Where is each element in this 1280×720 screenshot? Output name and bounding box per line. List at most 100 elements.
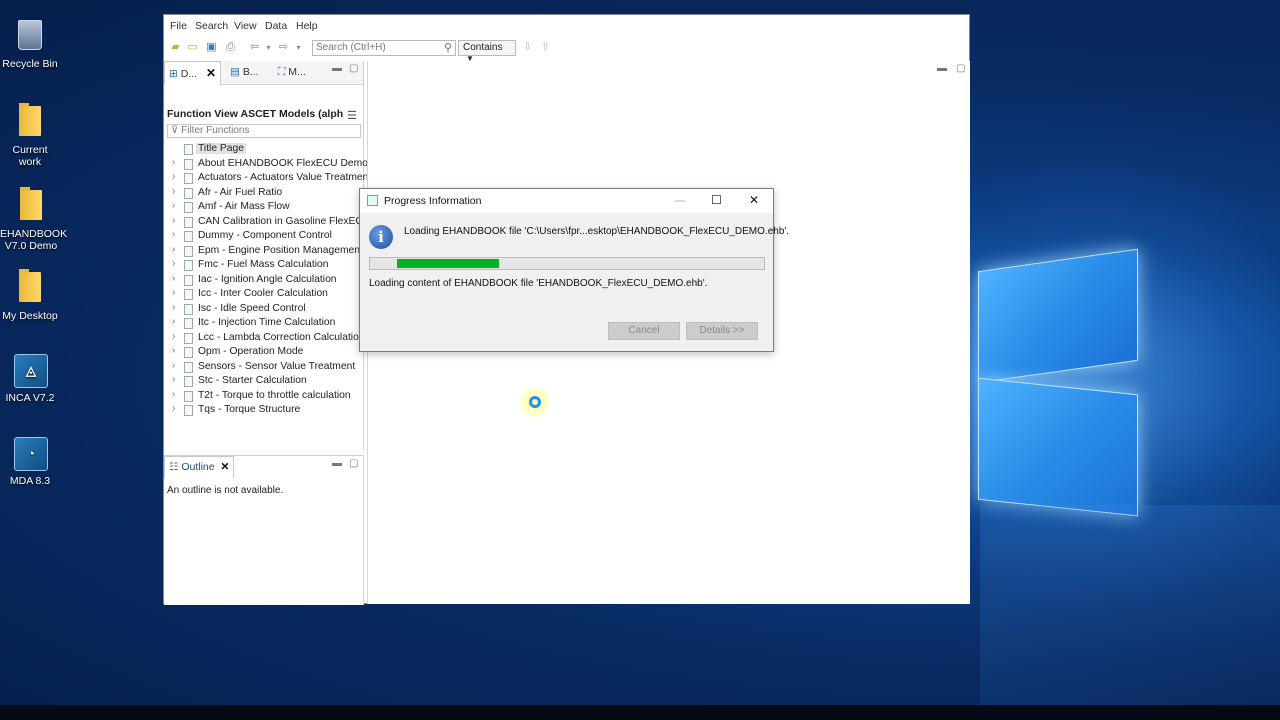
contains-dropdown[interactable]: Contains ▼	[458, 40, 516, 63]
search-input[interactable]: Search (Ctrl+H) ⚲	[312, 40, 456, 56]
outline-icon: ☷	[169, 461, 179, 473]
tab-label: M...	[288, 66, 306, 78]
forward-arrow-icon[interactable]: ⇨	[277, 41, 290, 54]
desktop-icon-ehandbook-demo[interactable]: EHANDBOOK V7.0 Demo	[0, 187, 67, 252]
chevron-right-icon[interactable]: ›	[172, 316, 175, 327]
chevron-right-icon[interactable]: ›	[172, 273, 175, 284]
tree-item[interactable]: › Dummy - Component Control	[164, 229, 364, 244]
minimize-icon[interactable]: ▬	[332, 63, 342, 74]
print-icon[interactable]: ⎙	[224, 41, 237, 54]
minimize-icon[interactable]: ▬	[937, 63, 947, 74]
folder-icon	[15, 187, 47, 224]
tree-item[interactable]: › Actuators - Actuators Value Treatment	[164, 171, 371, 186]
close-button[interactable]: ✕	[749, 193, 759, 207]
tab-bookmarks[interactable]: ▤ B...	[226, 61, 270, 85]
maximize-button[interactable]: ☐	[711, 193, 722, 207]
tree-item[interactable]: › Lcc - Lambda Correction Calculation	[164, 331, 365, 346]
tree-item[interactable]: › Isc - Idle Speed Control	[164, 302, 364, 317]
open-folder-icon[interactable]: ▰	[169, 41, 182, 54]
chevron-right-icon[interactable]: ›	[172, 389, 175, 400]
close-icon[interactable]: ✕	[206, 66, 216, 80]
windows-logo-pane-lower	[978, 377, 1138, 517]
chevron-right-icon[interactable]: ›	[172, 258, 175, 269]
tab-models[interactable]: ⛶ M...	[274, 61, 324, 85]
chevron-right-icon[interactable]: ›	[172, 331, 175, 342]
chevron-down-icon[interactable]: ▾	[292, 41, 305, 54]
search-placeholder: Search (Ctrl+H)	[316, 42, 386, 53]
previous-match-icon[interactable]: ⇧	[539, 41, 552, 54]
filter-functions-input[interactable]: ⊽ Filter Functions	[167, 124, 361, 138]
desktop-icon-recycle-bin[interactable]: Recycle Bin	[0, 20, 60, 70]
pane-heading: Function View ASCET Models (alphabeti	[167, 108, 343, 120]
tree-item-label: Stc - Starter Calculation	[198, 375, 307, 386]
tree-item-label: Afr - Air Fuel Ratio	[198, 186, 283, 198]
chevron-right-icon[interactable]: ›	[172, 345, 175, 356]
tree-item-label: Title Page	[196, 143, 246, 154]
tree-item[interactable]: › T2t - Torque to throttle calculation	[164, 389, 364, 404]
maximize-icon[interactable]: ▢	[349, 458, 358, 469]
open-file-icon[interactable]: ▭	[186, 41, 199, 54]
tree-item[interactable]: › Epm - Engine Position Management	[164, 244, 364, 259]
tree-item[interactable]: › Opm - Operation Mode	[164, 345, 364, 360]
search-icon[interactable]: ⚲	[444, 41, 452, 54]
desktop-icon-mda[interactable]: ◔ MDA 8.3	[0, 437, 60, 487]
chevron-right-icon[interactable]: ›	[172, 171, 175, 182]
details-button[interactable]: Details >>	[686, 322, 758, 340]
chevron-right-icon[interactable]: ›	[172, 186, 175, 197]
tree-item[interactable]: › Afr - Air Fuel Ratio	[164, 186, 364, 201]
filter-placeholder: Filter Functions	[181, 125, 250, 136]
tree-item[interactable]: › Sensors - Sensor Value Treatment	[164, 360, 364, 375]
close-icon[interactable]: ✕	[221, 461, 230, 473]
tree-item-label: CAN Calibration in Gasoline FlexECU	[198, 215, 371, 227]
tree-item[interactable]: › Tqs - Torque Structure	[164, 403, 364, 418]
menu-search[interactable]: Search	[195, 20, 228, 32]
view-menu-icon[interactable]: ☰	[347, 109, 357, 122]
menu-data[interactable]: Data	[265, 20, 287, 32]
desktop-icon-current-work[interactable]: Current work	[0, 103, 60, 168]
next-match-icon[interactable]: ⇩	[521, 41, 534, 54]
maximize-icon[interactable]: ▢	[956, 63, 965, 74]
menu-view[interactable]: View	[234, 20, 257, 32]
bookmark-icon[interactable]: ▣	[205, 41, 218, 54]
chevron-right-icon[interactable]: ›	[172, 157, 175, 168]
desktop-icon-label: Current work	[12, 144, 48, 168]
tree-item[interactable]: › Stc - Starter Calculation	[164, 374, 364, 389]
chevron-right-icon[interactable]: ›	[172, 200, 175, 211]
tree-item-label: About EHANDBOOK FlexECU Demo	[198, 157, 368, 169]
chevron-right-icon[interactable]: ›	[172, 302, 175, 313]
chevron-right-icon[interactable]: ›	[172, 287, 175, 298]
document-icon	[184, 289, 193, 300]
tree-item[interactable]: › Icc - Inter Cooler Calculation	[164, 287, 364, 302]
maximize-icon[interactable]: ▢	[349, 63, 358, 74]
tree-item[interactable]: › About EHANDBOOK FlexECU Demo	[164, 157, 368, 172]
chevron-right-icon[interactable]: ›	[172, 374, 175, 385]
chevron-right-icon[interactable]: ›	[172, 360, 175, 371]
tab-documents[interactable]: ⊞ D... ✕	[164, 61, 221, 85]
tree-item[interactable]: › Amf - Air Mass Flow	[164, 200, 364, 215]
chevron-right-icon[interactable]: ›	[172, 244, 175, 255]
chevron-right-icon[interactable]: ›	[172, 215, 175, 226]
tree-item[interactable]: › Fmc - Fuel Mass Calculation	[164, 258, 364, 273]
windows-logo-pane-upper	[978, 248, 1138, 384]
back-arrow-icon[interactable]: ⇦	[248, 41, 261, 54]
menu-file[interactable]: File	[170, 20, 187, 32]
cancel-button[interactable]: Cancel	[608, 322, 680, 340]
tree-item-label: Opm - Operation Mode	[198, 346, 304, 357]
tree-item[interactable]: › Iac - Ignition Angle Calculation	[164, 273, 364, 288]
chevron-right-icon[interactable]: ›	[172, 229, 175, 240]
tree-item[interactable]: › Itc - Injection Time Calculation	[164, 316, 364, 331]
pane-tab-bar: ⊞ D... ✕ ▤ B... ⛶ M... ▬ ▢	[164, 61, 363, 85]
minimize-button[interactable]: —	[674, 193, 686, 207]
tab-outline[interactable]: ☷ Outline ✕	[164, 456, 234, 478]
desktop-icon-my-desktop[interactable]: My Desktop	[0, 269, 60, 322]
filter-icon: ⊽	[171, 125, 179, 136]
tree-item-title-page[interactable]: Title Page	[164, 142, 364, 157]
desktop-icon-inca[interactable]: ◬ INCA V7.2	[0, 354, 60, 404]
chevron-right-icon[interactable]: ›	[172, 403, 175, 414]
outline-empty-text: An outline is not available.	[167, 485, 284, 496]
document-icon	[184, 303, 193, 315]
tree-item[interactable]: › CAN Calibration in Gasoline FlexECU	[164, 215, 370, 230]
chevron-down-icon[interactable]: ▾	[262, 41, 275, 54]
menu-help[interactable]: Help	[296, 20, 318, 32]
minimize-icon[interactable]: ▬	[332, 458, 342, 469]
